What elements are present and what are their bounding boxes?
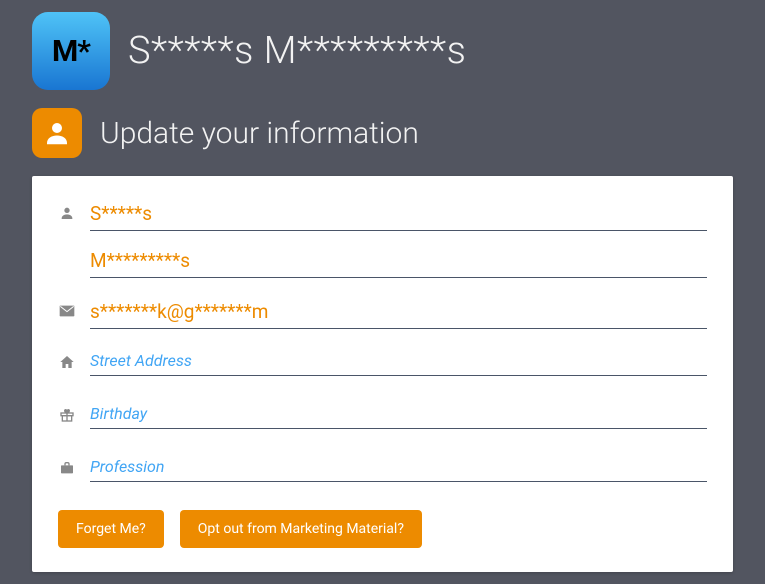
header: M* S*****s M*********s bbox=[32, 12, 733, 90]
birthday-input[interactable] bbox=[90, 398, 707, 429]
section-title: Update your information bbox=[100, 116, 419, 151]
avatar: M* bbox=[32, 12, 110, 90]
email-icon bbox=[58, 302, 76, 320]
street-address-input[interactable] bbox=[90, 345, 707, 376]
form-card: Forget Me? Opt out from Marketing Materi… bbox=[32, 176, 733, 572]
briefcase-icon bbox=[58, 459, 76, 477]
person-icon bbox=[32, 108, 82, 158]
profession-input[interactable] bbox=[90, 451, 707, 482]
gift-icon bbox=[58, 406, 76, 424]
avatar-initials: M* bbox=[52, 34, 90, 69]
person-icon bbox=[58, 204, 76, 222]
section-header: Update your information bbox=[32, 108, 733, 158]
forget-me-button[interactable]: Forget Me? bbox=[58, 510, 164, 548]
opt-out-button[interactable]: Opt out from Marketing Material? bbox=[180, 510, 422, 548]
first-name-input[interactable] bbox=[90, 196, 707, 231]
email-input[interactable] bbox=[90, 294, 707, 329]
page-title: S*****s M*********s bbox=[128, 29, 466, 73]
home-icon bbox=[58, 353, 76, 371]
button-row: Forget Me? Opt out from Marketing Materi… bbox=[58, 510, 707, 548]
last-name-input[interactable] bbox=[90, 243, 707, 278]
